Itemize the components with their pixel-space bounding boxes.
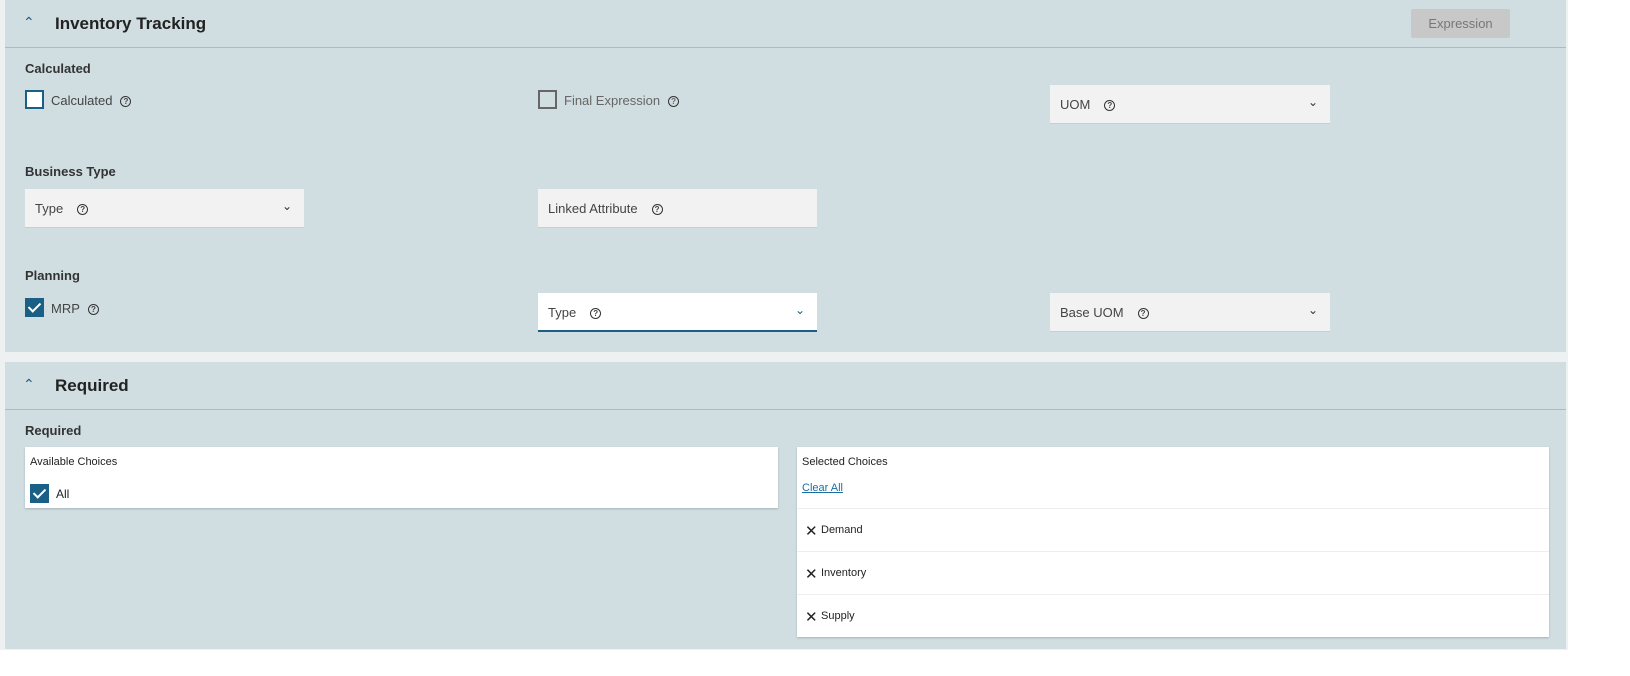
calculated-checkbox[interactable] [25,90,44,109]
help-icon[interactable]: ? [120,96,132,108]
help-icon[interactable]: ? [1137,308,1149,320]
chevron-down-icon: ⌄ [794,303,805,317]
group-label: Calculated [25,61,91,76]
uom-select[interactable]: UOM? ⌄ [1050,85,1330,124]
close-icon[interactable]: ✕ [805,608,818,626]
close-icon[interactable]: ✕ [805,565,818,583]
section-header[interactable]: ⌃ Required [5,362,1566,410]
panel-title: Available Choices [30,456,118,468]
help-icon[interactable]: ? [87,304,99,316]
selected-choice-item: ✕ Demand [797,508,1549,552]
all-checkbox[interactable] [30,484,49,503]
choice-label: Demand [821,524,863,536]
mrp-checkbox[interactable] [25,298,44,317]
selected-choices-panel: Selected Choices Clear All ✕ Demand ✕ Inve… [797,447,1549,637]
all-label: All [56,487,70,501]
label-text: Final Expression [564,93,661,108]
group-label: Required [25,423,82,438]
field-label: Linked Attribute [548,201,638,216]
section-title: Required [55,376,129,395]
available-choices-panel: Available Choices All [25,447,778,508]
help-icon[interactable]: ? [668,96,680,108]
selected-choice-item: ✕ Inventory [797,551,1549,595]
chevron-down-icon: ⌄ [1307,95,1318,109]
required-section: ⌃ Required Required Available Choices Al… [5,362,1566,649]
chevron-up-icon[interactable]: ⌃ [23,376,35,392]
chevron-up-icon[interactable]: ⌃ [23,14,35,30]
chevron-down-icon: ⌄ [1307,303,1318,317]
planning-type-select[interactable]: Type? ⌄ [538,293,817,332]
calculated-label: Calculated? [51,93,132,108]
chevron-down-icon: ⌄ [281,199,292,213]
field-label: Type [35,201,64,216]
section-header[interactable]: ⌃ Inventory Tracking Expression [5,0,1566,48]
mrp-label: MRP? [51,301,99,316]
selected-choice-item: ✕ Supply [797,594,1549,638]
field-label: Type [548,305,577,320]
section-title: Inventory Tracking [55,14,207,33]
close-icon[interactable]: ✕ [805,522,818,540]
group-label: Business Type [25,164,116,179]
inventory-tracking-section: ⌃ Inventory Tracking Expression Calculat… [5,0,1566,352]
business-type-select[interactable]: Type? ⌄ [25,189,304,228]
help-icon[interactable]: ? [1104,100,1116,112]
help-icon[interactable]: ? [77,204,89,216]
field-label: Base UOM [1060,305,1124,320]
group-label: Planning [25,268,80,283]
help-icon[interactable]: ? [590,308,602,320]
label-text: Calculated [51,93,113,108]
choice-label: Supply [821,610,855,622]
base-uom-select[interactable]: Base UOM? ⌄ [1050,293,1330,332]
label-text: MRP [51,301,80,316]
clear-all-link[interactable]: Clear All [802,482,843,494]
choice-label: Inventory [821,567,867,579]
expression-button[interactable]: Expression [1411,9,1510,38]
linked-attribute-field[interactable]: Linked Attribute? [538,189,817,228]
help-icon[interactable]: ? [651,204,663,216]
field-label: UOM [1060,97,1091,112]
final-expression-label: Final Expression? [564,93,680,108]
panel-title: Selected Choices [802,456,888,468]
final-expression-checkbox[interactable] [538,90,557,109]
